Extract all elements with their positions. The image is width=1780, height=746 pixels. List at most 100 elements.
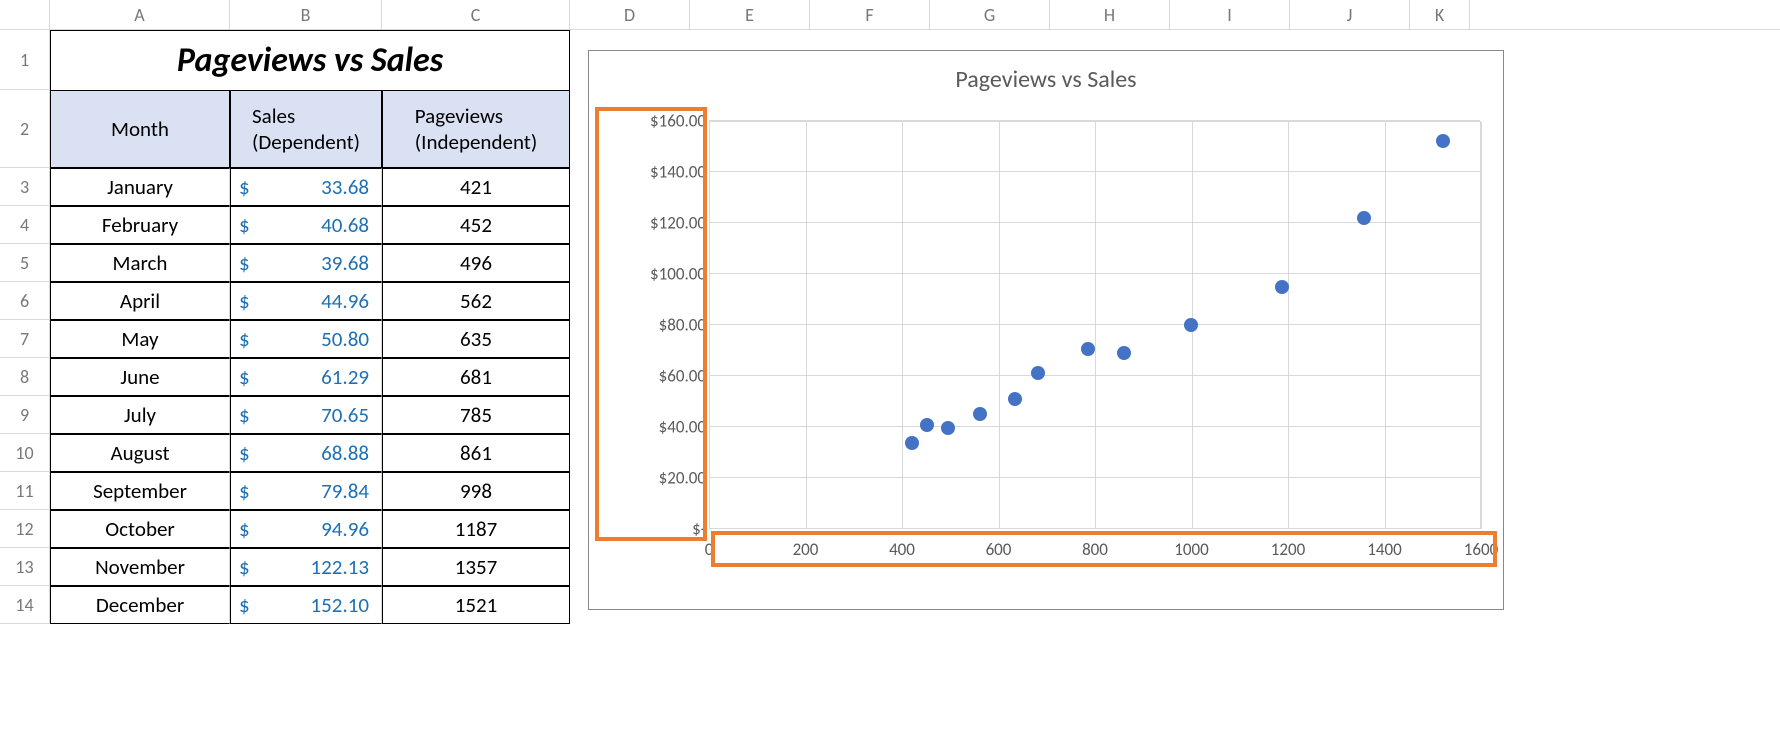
table-cell-month[interactable]: October — [50, 510, 230, 548]
table-cell-pageviews[interactable]: 421 — [382, 168, 570, 206]
row-header-14[interactable]: 14 — [0, 586, 50, 624]
chart-plot-area — [709, 121, 1481, 529]
col-header-c[interactable]: C — [382, 0, 570, 30]
table-cell-sales[interactable]: $70.65 — [230, 396, 382, 434]
table-cell-pageviews[interactable]: 785 — [382, 396, 570, 434]
sales-value: 122.13 — [310, 554, 369, 580]
dollar-sign-icon: $ — [239, 288, 250, 314]
chart-data-point — [1275, 280, 1289, 294]
col-header-f[interactable]: F — [810, 0, 930, 29]
table-cell-pageviews[interactable]: 496 — [382, 244, 570, 282]
col-header-h[interactable]: H — [1050, 0, 1170, 29]
table-cell-sales[interactable]: $68.88 — [230, 434, 382, 472]
sales-value: 44.96 — [321, 288, 369, 314]
col-header-k[interactable]: K — [1410, 0, 1470, 29]
row-header-9[interactable]: 9 — [0, 396, 50, 434]
chart-gridline-v — [1288, 122, 1289, 529]
table-cell-pageviews[interactable]: 562 — [382, 282, 570, 320]
row-header-11[interactable]: 11 — [0, 472, 50, 510]
row-header-13[interactable]: 13 — [0, 548, 50, 586]
x-axis-highlight-box — [711, 531, 1497, 567]
dollar-sign-icon: $ — [239, 364, 250, 390]
row-header-1[interactable]: 1 — [0, 30, 50, 90]
col-header-g[interactable]: G — [930, 0, 1050, 29]
table-cell-sales[interactable]: $94.96 — [230, 510, 382, 548]
sales-value: 94.96 — [321, 516, 369, 542]
col-header-b[interactable]: B — [230, 0, 382, 30]
row-header-3[interactable]: 3 — [0, 168, 50, 206]
scatter-chart[interactable]: Pageviews vs Sales$-$20.00$40.00$60.00$8… — [588, 50, 1504, 610]
chart-gridline-h — [709, 477, 1480, 478]
table-header-pageviews[interactable]: Pageviews (Independent) — [382, 90, 570, 168]
table-cell-sales[interactable]: $33.68 — [230, 168, 382, 206]
table-header-month[interactable]: Month — [50, 90, 230, 168]
table-cell-month[interactable]: January — [50, 168, 230, 206]
table-cell-pageviews[interactable]: 452 — [382, 206, 570, 244]
chart-gridline-h — [709, 426, 1480, 427]
table-cell-pageviews[interactable]: 681 — [382, 358, 570, 396]
col-header-j[interactable]: J — [1290, 0, 1410, 29]
chart-data-point — [941, 421, 955, 435]
select-all-corner[interactable] — [0, 0, 50, 30]
row-header-5[interactable]: 5 — [0, 244, 50, 282]
sales-value: 50.80 — [321, 326, 369, 352]
table-cell-sales[interactable]: $152.10 — [230, 586, 382, 624]
table-cell-month[interactable]: June — [50, 358, 230, 396]
col-header-d[interactable]: D — [570, 0, 690, 29]
dollar-sign-icon: $ — [239, 554, 250, 580]
table-cell-month[interactable]: August — [50, 434, 230, 472]
row-header-6[interactable]: 6 — [0, 282, 50, 320]
table-cell-month[interactable]: February — [50, 206, 230, 244]
row-header-10[interactable]: 10 — [0, 434, 50, 472]
sales-value: 39.68 — [321, 250, 369, 276]
chart-gridline-h — [709, 273, 1480, 274]
page-title[interactable]: Pageviews vs Sales — [50, 30, 570, 90]
table-cell-pageviews[interactable]: 635 — [382, 320, 570, 358]
col-header-i[interactable]: I — [1170, 0, 1290, 29]
chart-data-point — [1117, 346, 1131, 360]
row-header-12[interactable]: 12 — [0, 510, 50, 548]
table-cell-month[interactable]: May — [50, 320, 230, 358]
table-header-sales[interactable]: Sales (Dependent) — [230, 90, 382, 168]
table-cell-sales[interactable]: $44.96 — [230, 282, 382, 320]
table-cell-sales[interactable]: $40.68 — [230, 206, 382, 244]
chart-gridline-h — [709, 324, 1480, 325]
table-cell-month[interactable]: September — [50, 472, 230, 510]
table-cell-pageviews[interactable]: 1521 — [382, 586, 570, 624]
table-cell-pageviews[interactable]: 1187 — [382, 510, 570, 548]
table-cell-sales[interactable]: $79.84 — [230, 472, 382, 510]
chart-data-point — [1184, 318, 1198, 332]
chart-gridline-v — [999, 122, 1000, 529]
chart-data-point — [1008, 392, 1022, 406]
col-header-e[interactable]: E — [690, 0, 810, 29]
chart-data-point — [920, 418, 934, 432]
table-cell-month[interactable]: November — [50, 548, 230, 586]
table-cell-month[interactable]: July — [50, 396, 230, 434]
table-cell-sales[interactable]: $50.80 — [230, 320, 382, 358]
table-cell-sales[interactable]: $61.29 — [230, 358, 382, 396]
table-cell-pageviews[interactable]: 998 — [382, 472, 570, 510]
row-header-4[interactable]: 4 — [0, 206, 50, 244]
table-cell-sales[interactable]: $39.68 — [230, 244, 382, 282]
chart-gridline-h — [709, 528, 1480, 529]
table-cell-month[interactable]: March — [50, 244, 230, 282]
dollar-sign-icon: $ — [239, 478, 250, 504]
table-cell-pageviews[interactable]: 1357 — [382, 548, 570, 586]
row-header-7[interactable]: 7 — [0, 320, 50, 358]
table-cell-month[interactable]: April — [50, 282, 230, 320]
table-cell-sales[interactable]: $122.13 — [230, 548, 382, 586]
chart-gridline-v — [1385, 122, 1386, 529]
chart-data-point — [1436, 134, 1450, 148]
y-axis-highlight-box — [595, 107, 707, 541]
table-cell-month[interactable]: December — [50, 586, 230, 624]
col-header-a[interactable]: A — [50, 0, 230, 30]
chart-region: DEFGHIJK Pageviews vs Sales$-$20.00$40.00… — [570, 0, 1780, 624]
table-cell-pageviews[interactable]: 861 — [382, 434, 570, 472]
dollar-sign-icon: $ — [239, 212, 250, 238]
dollar-sign-icon: $ — [239, 592, 250, 618]
row-header-8[interactable]: 8 — [0, 358, 50, 396]
chart-gridline-v — [1095, 122, 1096, 529]
row-header-2[interactable]: 2 — [0, 90, 50, 168]
sales-value: 79.84 — [321, 478, 369, 504]
sales-value: 61.29 — [321, 364, 369, 390]
